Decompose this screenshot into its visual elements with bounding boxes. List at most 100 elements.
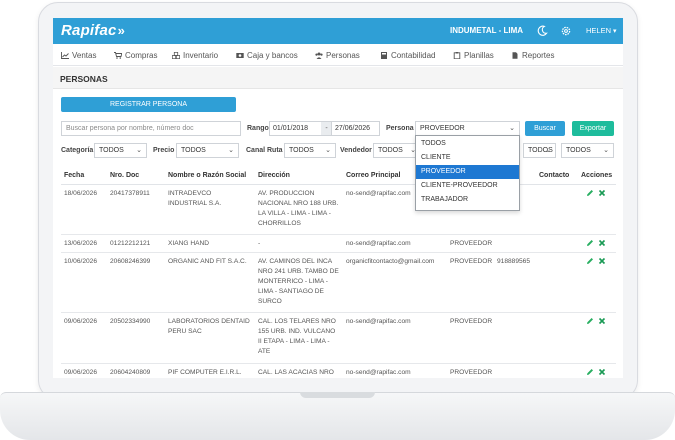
laptop-notch	[300, 392, 375, 398]
col-fecha[interactable]: Fecha	[64, 172, 84, 179]
date-from-input[interactable]: 01/01/2018	[269, 121, 322, 136]
users-icon	[315, 52, 323, 59]
cell-nombre: XIANG HAND	[168, 239, 209, 249]
cell-direccion-line: NACIONAL NRO 188 URB.	[258, 200, 339, 207]
cell-nombre: INTRADEVCO INDUSTRIAL S.A.	[168, 189, 221, 209]
cell-direccion: AV. CAMINOS DEL INCA NRO 241 URB. TAMBO D…	[258, 257, 339, 307]
cell-fecha: 09/06/2026	[64, 369, 98, 376]
pencil-icon[interactable]	[586, 317, 594, 325]
nav-item-contabilidad[interactable]: Contabilidad	[380, 51, 435, 60]
nav-item-ventas[interactable]: Ventas	[61, 51, 96, 60]
col-nombre[interactable]: Nombre o Razón Social	[168, 172, 246, 179]
col-contacto[interactable]: Contacto	[539, 172, 569, 179]
close-icon[interactable]	[598, 189, 606, 197]
filter-label-canal-ruta: Canal Ruta	[246, 147, 283, 154]
company-selector[interactable]: INDUMETAL - LIMA	[450, 26, 523, 35]
col-direccion[interactable]: Dirección	[258, 172, 290, 179]
filter-select-precio[interactable]: TODOS ⌄	[176, 143, 239, 158]
filter-select-canal-ruta[interactable]: TODOS ⌄	[284, 143, 336, 158]
nav-item-inventario[interactable]: Inventario	[172, 51, 218, 60]
table-header: Fecha Nro. Doc Nombre o Razón Social Dir…	[61, 167, 616, 185]
logo[interactable]: Rapifac»	[61, 22, 125, 39]
cell-direccion-line: -	[258, 240, 261, 247]
cell-nombre: LABORATORIOS DENTAID PERU SAC	[168, 317, 250, 337]
nav-item-personas[interactable]: Personas	[315, 51, 360, 60]
chevron-down-icon: ⌄	[136, 147, 142, 154]
table-row[interactable]: 09/06/2026 20604240809 PIF COMPUTER E.I.R.…	[61, 364, 616, 378]
pencil-icon[interactable]	[586, 189, 594, 197]
close-icon[interactable]	[598, 368, 606, 376]
cell-direccion: CAL. LAS ACACIAS NRO	[258, 368, 334, 378]
pencil-icon[interactable]	[586, 239, 594, 247]
dropdown-option-todos[interactable]: TODOS	[416, 137, 519, 151]
cell-direccion-line: MONTERRICO - LIMA -	[258, 278, 328, 285]
cell-nro-doc: 20417378911	[110, 190, 150, 197]
cell-tipo: PROVEEDOR	[450, 258, 493, 265]
cell-nro-doc: 20502334990	[110, 318, 151, 325]
pencil-icon[interactable]	[586, 368, 594, 376]
cell-telefono: 918889565	[497, 258, 531, 265]
dropdown-option-trabajador[interactable]: TRABAJADOR	[416, 193, 519, 207]
filter-select-extra-1[interactable]: TODOS ⌄	[523, 143, 556, 158]
cell-nombre-line: INTRADEVCO	[168, 190, 212, 197]
clipboard-icon	[453, 52, 461, 59]
date-to-input[interactable]: 27/06/2026	[331, 121, 380, 136]
gear-icon[interactable]	[560, 25, 572, 37]
cell-fecha: 10/06/2026	[64, 258, 98, 265]
filter-select-vendedor[interactable]: TODOS ⌄	[373, 143, 421, 158]
cell-direccion-line: AV. CAMINOS DEL INCA	[258, 258, 333, 265]
cell-direccion-line: NRO 241 URB. TAMBO DE	[258, 268, 339, 275]
table-row[interactable]: 09/06/2026 20502334990 LABORATORIOS DENTAI…	[61, 313, 616, 364]
nav-item-planillas[interactable]: Planillas	[453, 51, 494, 60]
moon-icon[interactable]	[537, 25, 548, 36]
table-row[interactable]: 13/06/2026 01212212121 XIANG HAND - no-send@…	[61, 235, 616, 253]
persona-label: Persona	[386, 125, 414, 132]
nav-item-caja-bancos[interactable]: Caja y bancos	[236, 51, 298, 60]
dropdown-option-proveedor[interactable]: PROVEEDOR	[416, 165, 519, 179]
chevron-down-icon: ⌄	[509, 125, 515, 132]
cell-nombre-line: PERU SAC	[168, 328, 202, 335]
close-icon[interactable]	[598, 257, 606, 265]
chart-icon	[61, 52, 69, 59]
cell-direccion-line: LIMA - SANTIAGO DE	[258, 288, 324, 295]
cell-direccion-line: CAL. LAS ACACIAS NRO	[258, 369, 334, 376]
persona-select[interactable]: PROVEEDOR ⌄	[415, 121, 520, 136]
register-person-button[interactable]: REGISTRAR PERSONA	[61, 97, 236, 112]
close-icon[interactable]	[598, 317, 606, 325]
pencil-icon[interactable]	[586, 257, 594, 265]
cell-direccion-line: LA VILLA - LIMA - LIMA -	[258, 210, 331, 217]
dropdown-option-cliente-proveedor[interactable]: CLIENTE-PROVEEDOR	[416, 179, 519, 193]
cell-tipo: PROVEEDOR	[450, 369, 493, 376]
col-nro-doc[interactable]: Nro. Doc	[110, 172, 139, 179]
user-menu[interactable]: HELEN ▾	[586, 26, 617, 35]
dropdown-option-cliente[interactable]: CLIENTE	[416, 151, 519, 165]
cell-nombre-line: XIANG HAND	[168, 240, 210, 247]
cell-correo: no-send@rapifac.com	[346, 240, 411, 247]
calculator-icon	[381, 52, 387, 59]
cell-direccion-line: CHORRILLOS	[258, 220, 301, 227]
search-button[interactable]: Buscar	[525, 121, 565, 136]
cell-nro-doc: 01212212121	[110, 240, 151, 247]
search-input[interactable]: Buscar persona por nombre, número doc	[61, 121, 241, 136]
table-row[interactable]: 18/06/2026 20417378911 INTRADEVCO INDUSTRIA…	[61, 185, 616, 235]
cell-nombre: ORGANIC AND FIT S.A.C.	[168, 257, 247, 267]
filter-select-extra-2[interactable]: TODOS ⌄	[561, 143, 614, 158]
persona-dropdown: TODOS CLIENTE PROVEEDOR CLIENTE-PROVEEDO…	[415, 135, 520, 211]
close-icon[interactable]	[598, 239, 606, 247]
logo-chevron-icon: »	[117, 23, 126, 38]
nav-item-reportes[interactable]: Reportes	[511, 51, 554, 60]
top-bar: Rapifac» INDUMETAL - LIMA HELEN ▾	[53, 18, 623, 44]
app-screen: Rapifac» INDUMETAL - LIMA HELEN ▾ Ventas …	[53, 18, 623, 378]
filter-select-categoria[interactable]: TODOS ⌄	[94, 143, 147, 158]
export-button[interactable]: Exportar	[572, 121, 614, 136]
cart-icon	[114, 52, 122, 59]
cell-direccion-line: CAL. LOS TELARES NRO	[258, 318, 336, 325]
col-correo[interactable]: Correo Principal	[346, 172, 400, 179]
cell-direccion-line: II ETAPA - LIMA - LIMA -	[258, 338, 330, 345]
main-nav: Ventas Compras Inventario Caja y bancos …	[53, 44, 623, 66]
nav-item-compras[interactable]: Compras	[114, 51, 157, 60]
cell-tipo: PROVEEDOR	[450, 240, 493, 247]
cell-direccion: -	[258, 239, 260, 249]
chevron-down-icon: ⌄	[603, 147, 609, 154]
table-row[interactable]: 10/06/2026 20608246399 ORGANIC AND FIT S.A…	[61, 253, 616, 313]
